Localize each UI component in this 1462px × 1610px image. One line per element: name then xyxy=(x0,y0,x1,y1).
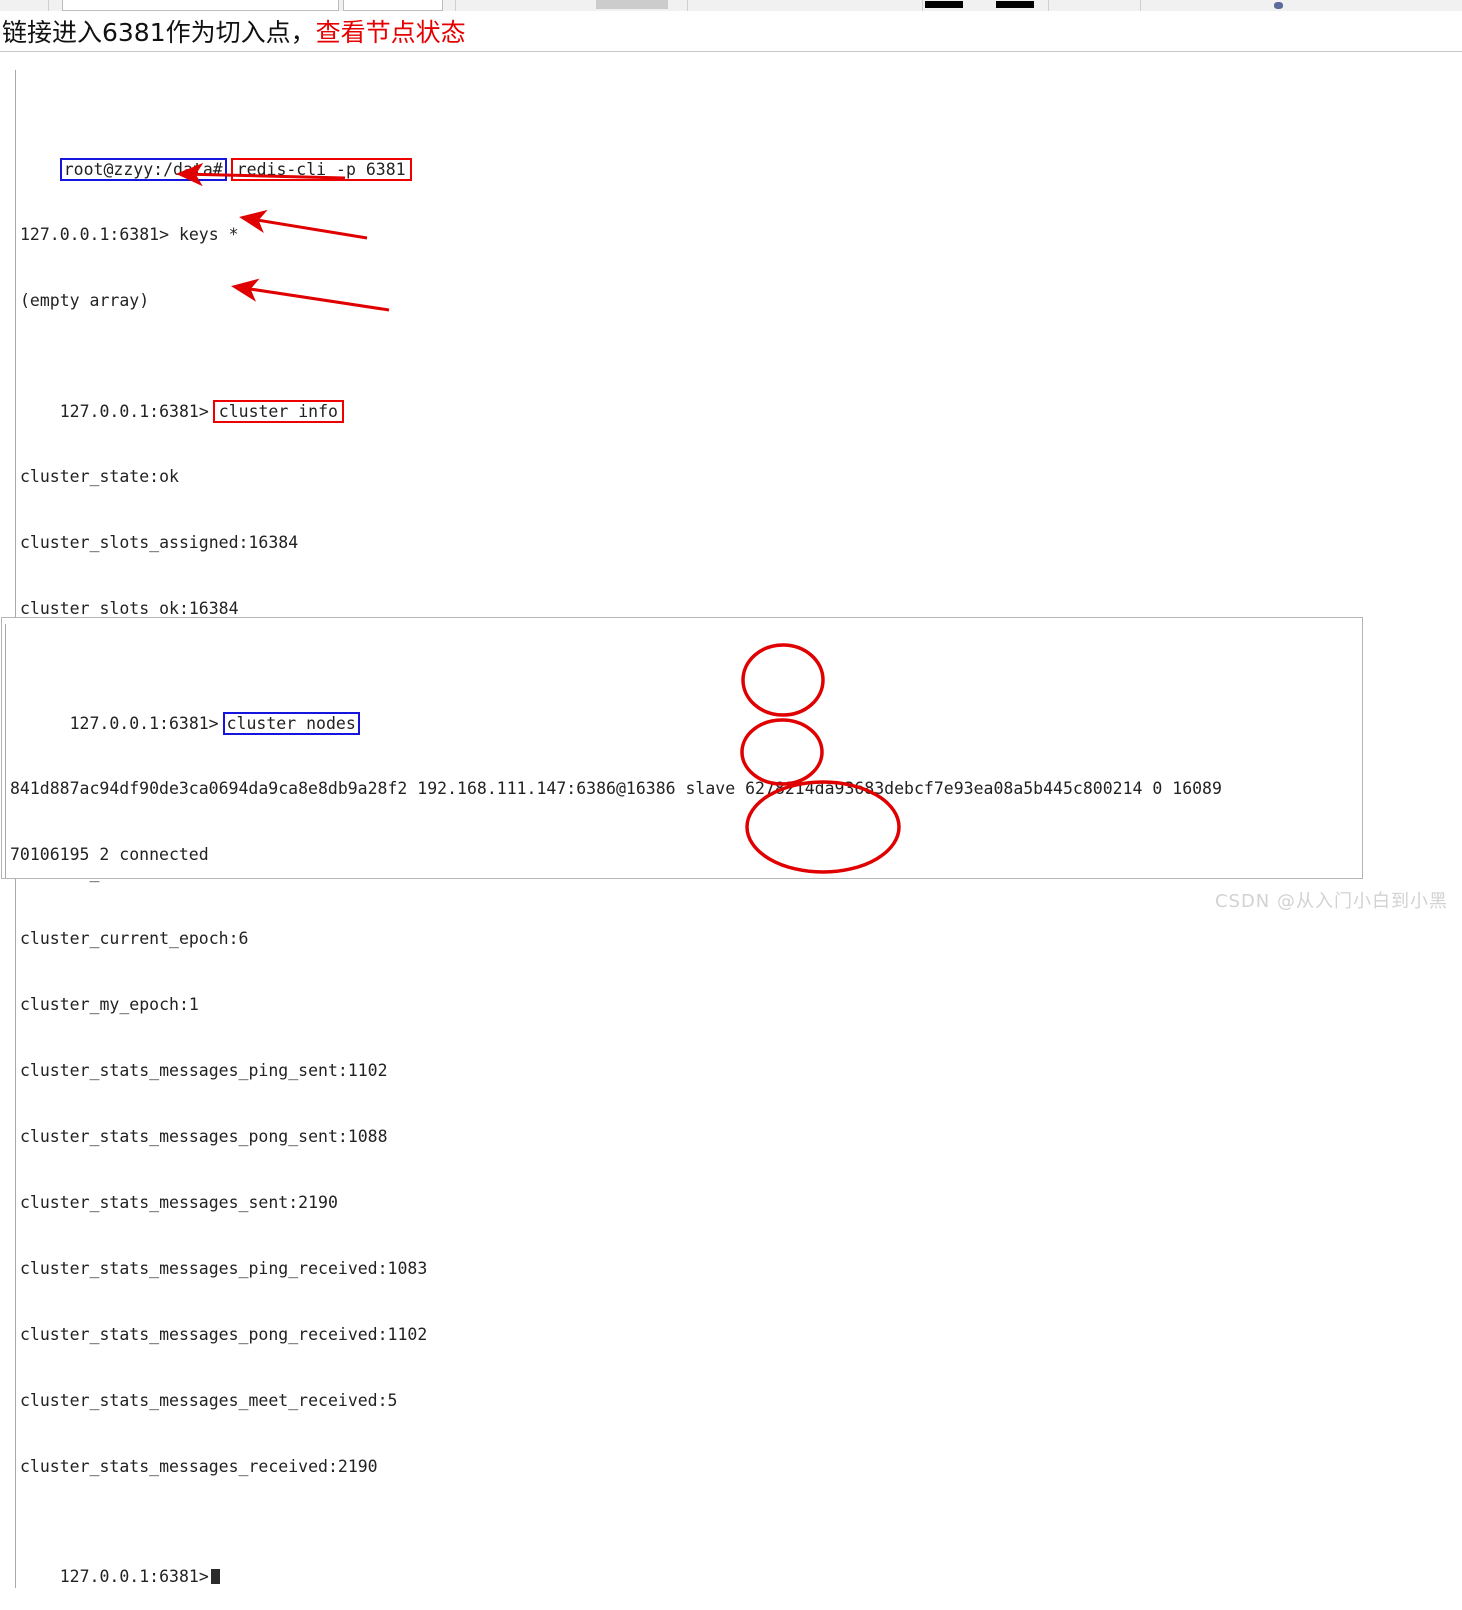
toolbar-text-field-1[interactable] xyxy=(62,0,339,11)
page-title-red-part: 查看节点状态 xyxy=(315,18,466,47)
toolbar-separator xyxy=(48,0,49,11)
toolbar-separator xyxy=(1140,0,1141,11)
terminal-line: (empty array) xyxy=(20,291,150,310)
terminal-cursor xyxy=(210,1569,220,1584)
shell-prompt: 127.0.0.1:6381> xyxy=(59,1567,209,1586)
toolbar-text-field-2[interactable] xyxy=(343,0,443,11)
command-cluster-nodes: cluster nodes xyxy=(222,712,360,735)
watermark: CSDN @从入门小白到小黑 xyxy=(1214,891,1448,912)
command-redis-cli: redis-cli -p 6381 xyxy=(230,158,412,181)
cluster-node-row: 841d887ac94df90de3ca0694da9ca8e8db9a28f2… xyxy=(10,779,1222,798)
terminal-line: cluster_stats_messages_pong_received:110… xyxy=(20,1325,428,1344)
terminal-line: cluster_stats_messages_sent:2190 xyxy=(20,1193,338,1212)
terminal-line: cluster_current_epoch:6 xyxy=(20,929,249,948)
toolbar-button-1[interactable] xyxy=(925,1,963,8)
terminal-line: cluster_stats_messages_ping_sent:1102 xyxy=(20,1061,388,1080)
terminal-line-cluster-nodes-command: 127.0.0.1:6381> cluster nodes xyxy=(10,690,1222,735)
shell-prompt-host: root@zzyy:/data# xyxy=(59,158,227,181)
command-cluster-info: cluster info xyxy=(212,400,344,423)
toolbar-button-2[interactable] xyxy=(996,1,1034,8)
shell-prompt: 127.0.0.1:6381> xyxy=(59,402,209,421)
terminal-line: 127.0.0.1:6381> keys * xyxy=(20,225,239,244)
terminal-line: cluster_stats_messages_received:2190 xyxy=(20,1457,378,1476)
toolbar-separator xyxy=(455,0,456,11)
terminal-line: cluster_state:ok xyxy=(20,467,179,486)
page-title: 链接进入6381作为切入点， 查看节点状态 xyxy=(0,11,1462,52)
toolbar-separator xyxy=(922,0,923,11)
cluster-node-row-wrap: 70106195 2 connected xyxy=(10,845,209,864)
terminal-line-prompt-command: root@zzyy:/data# redis-cli -p 6381 xyxy=(20,136,1415,181)
shell-prompt: 127.0.0.1:6381> xyxy=(69,714,219,733)
terminal-lower-panel: 127.0.0.1:6381> cluster nodes 841d887ac94… xyxy=(1,617,1363,879)
terminal-line-cluster-info-command: 127.0.0.1:6381> cluster info xyxy=(20,378,1415,423)
terminal-line: cluster_stats_messages_meet_received:5 xyxy=(20,1391,398,1410)
terminal-line: cluster_my_epoch:1 xyxy=(20,995,199,1014)
terminal-line: cluster_slots_assigned:16384 xyxy=(20,533,299,552)
toolbar-status-dot-icon xyxy=(1274,2,1283,9)
terminal-line-trailing-prompt: 127.0.0.1:6381> xyxy=(20,1544,1415,1586)
toolbar-separator xyxy=(687,0,688,11)
terminal-line: cluster_stats_messages_ping_received:108… xyxy=(20,1259,428,1278)
toolbar-separator xyxy=(1048,0,1049,11)
terminal-lower[interactable]: 127.0.0.1:6381> cluster nodes 841d887ac94… xyxy=(5,624,1222,878)
toolbar-chip[interactable] xyxy=(596,0,668,9)
page-title-black-part: 链接进入6381作为切入点， xyxy=(2,18,316,47)
terminal-line: cluster_stats_messages_pong_sent:1088 xyxy=(20,1127,388,1146)
